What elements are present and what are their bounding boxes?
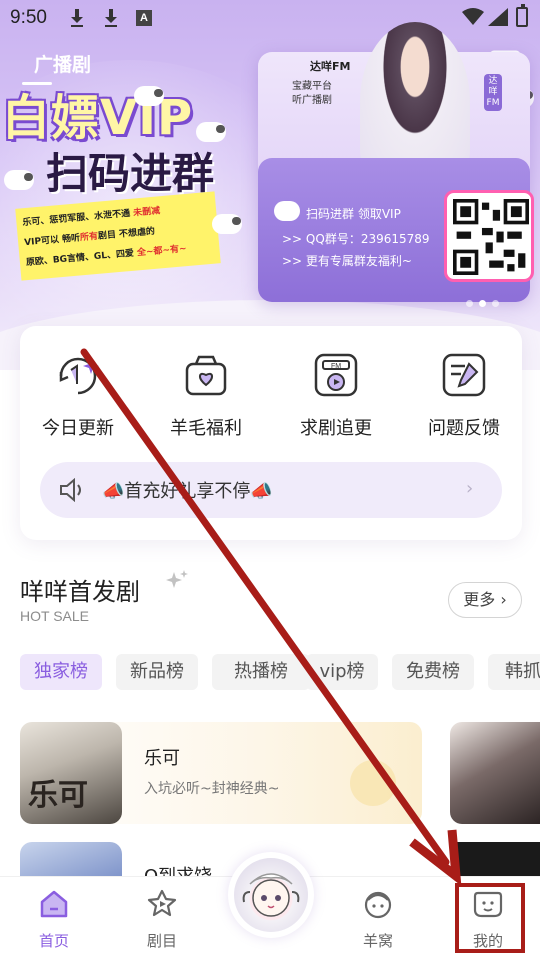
fm-radio-icon: FM xyxy=(314,353,358,397)
card-slogan: 宝藏平台 听广播剧 xyxy=(292,81,332,106)
refresh-calendar-icon xyxy=(59,357,99,395)
quick-action-label: 求剧追更 xyxy=(300,418,372,439)
svg-text:FM: FM xyxy=(331,363,341,370)
banner-title: 白嫖VIP xyxy=(2,90,194,146)
tab-radio-drama[interactable]: 广播剧 xyxy=(34,50,91,77)
qr-code xyxy=(444,190,534,282)
quick-action-request-drama[interactable]: FM 求剧追更 xyxy=(281,352,391,440)
home-icon xyxy=(40,890,68,918)
notice-text: 📣首充好礼享不停📣 xyxy=(102,481,273,502)
quick-action-label: 羊毛福利 xyxy=(170,418,242,439)
chevron-right-icon: › xyxy=(466,478,474,499)
sheep-icon xyxy=(196,122,226,142)
nav-label: 首页 xyxy=(38,932,69,950)
banner-subtitle: 扫码进群 xyxy=(46,149,215,198)
battery-charging-icon xyxy=(516,4,528,27)
card-row: >> QQ群号：239615789 xyxy=(282,232,430,246)
download-icon xyxy=(70,9,88,27)
star-icon xyxy=(147,889,177,917)
nav-center-sheep-button[interactable] xyxy=(228,852,314,938)
qr-code-icon xyxy=(453,199,529,275)
rank-tab-new[interactable]: 新品榜 xyxy=(116,654,198,690)
section-subtitle: HOT SALE xyxy=(20,608,89,624)
wifi-icon xyxy=(462,8,484,25)
rank-tab-exclusive[interactable]: 独家榜 xyxy=(20,654,102,690)
chevron-right-icon: › xyxy=(495,590,507,609)
quick-action-welfare[interactable]: 羊毛福利 xyxy=(151,352,261,440)
drama-cover[interactable] xyxy=(450,722,540,824)
sheep-icon xyxy=(212,214,242,234)
status-time: 9:50 xyxy=(10,7,47,28)
cloud-sheep-icon xyxy=(274,201,300,221)
card-row: 扫码进群 领取VIP xyxy=(306,207,401,221)
card-side-brand: 达咩FM xyxy=(484,74,502,111)
drama-rank-badge xyxy=(350,760,396,806)
more-button[interactable]: 更多 › xyxy=(448,582,522,618)
banner-pager[interactable] xyxy=(466,292,505,311)
drama-title[interactable]: 乐可 xyxy=(144,744,180,770)
rank-tab-hot[interactable]: 热播榜 xyxy=(212,654,310,690)
quick-action-feedback[interactable]: 问题反馈 xyxy=(409,352,519,440)
nav-label: 羊窝 xyxy=(362,932,393,950)
gift-bag-icon xyxy=(185,355,227,396)
drama-cover-title: 乐可 xyxy=(28,778,88,813)
signal-icon xyxy=(488,8,508,26)
status-bar: 9:50 A xyxy=(0,0,540,36)
sparkle-icon xyxy=(166,570,188,588)
drama-description: 入坑必听~封神经典~ xyxy=(144,781,280,797)
nav-label: 剧目 xyxy=(146,932,177,950)
more-button-label: 更多 xyxy=(463,590,496,609)
a-notification-icon: A xyxy=(136,10,152,26)
sheep-icon xyxy=(134,86,164,106)
annotation-highlight-box xyxy=(455,883,525,953)
pager-dot-active[interactable] xyxy=(479,300,486,307)
sheep-avatar-icon xyxy=(234,858,308,932)
speaker-icon xyxy=(60,478,81,502)
quick-action-today-update[interactable]: 今日更新 xyxy=(23,352,133,440)
feedback-note-icon xyxy=(442,353,486,397)
card-row: >> 更有专属群友福利~ xyxy=(282,254,412,268)
nav-item-dramas[interactable]: 剧目 xyxy=(122,888,202,951)
nav-item-sheep-nest[interactable]: 羊窝 xyxy=(338,888,418,951)
sheep-face-icon xyxy=(364,891,392,919)
rank-tab-korean[interactable]: 韩抓 xyxy=(488,654,540,690)
quick-action-label: 今日更新 xyxy=(42,418,114,439)
card-brand: 达咩FM xyxy=(310,60,351,73)
quick-action-label: 问题反馈 xyxy=(428,418,500,439)
rank-tab-vip[interactable]: vip榜 xyxy=(306,654,378,690)
pager-dot[interactable] xyxy=(492,300,499,307)
rank-tab-free[interactable]: 免费榜 xyxy=(392,654,474,690)
sheep-icon xyxy=(4,170,34,190)
sheep-face xyxy=(242,873,300,917)
download-icon xyxy=(104,9,122,27)
section-title: 咩咩首发剧 xyxy=(20,578,140,606)
drama-cover[interactable]: 乐可 xyxy=(20,722,122,824)
nav-item-home[interactable]: 首页 xyxy=(14,888,94,951)
pager-dot[interactable] xyxy=(466,300,473,307)
